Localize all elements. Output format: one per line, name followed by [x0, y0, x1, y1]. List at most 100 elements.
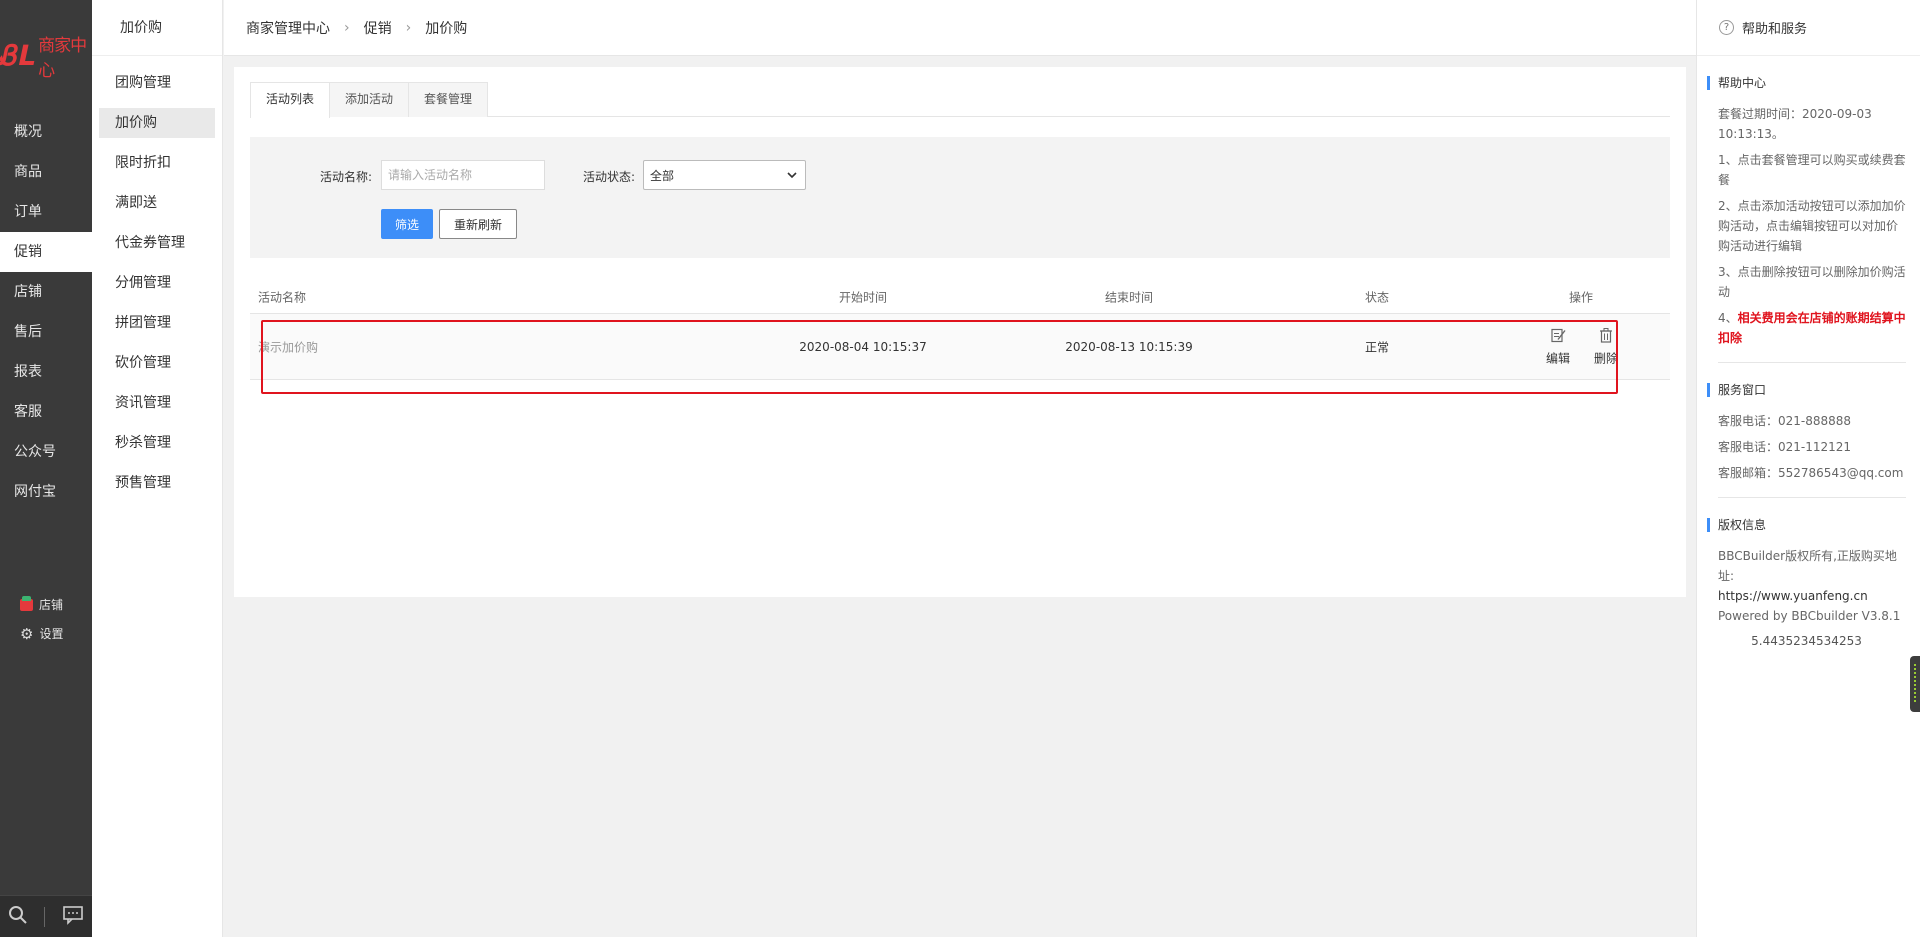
- main-content: 活动列表 添加活动 套餐管理 活动名称: 活动状态: 全部 筛选 重新刷新 活动…: [234, 67, 1686, 597]
- help-center-title: 帮助中心: [1707, 76, 1906, 90]
- column-header-start-time: 开始时间: [838, 290, 888, 304]
- delete-button-label: 删除: [1593, 351, 1619, 365]
- logo[interactable]: ᏰL 商家中心: [0, 0, 92, 112]
- subnav-item-flash-discount[interactable]: 限时折扣: [99, 148, 215, 178]
- footer-divider: [44, 906, 46, 927]
- service-section: 服务窗口 客服电话：021-888888 客服电话：021-112121 客服邮…: [1697, 383, 1920, 498]
- activity-status-select[interactable]: 全部: [643, 160, 806, 190]
- subnav-item-voucher[interactable]: 代金券管理: [99, 228, 215, 258]
- subnav-item-seckill[interactable]: 秒杀管理: [99, 428, 215, 458]
- filter-panel: 活动名称: 活动状态: 全部 筛选 重新刷新: [250, 137, 1670, 258]
- activity-name-input[interactable]: [381, 160, 545, 190]
- copyright-section: 版权信息 BBCBuilder版权所有,正版购买地址: https://www.…: [1697, 518, 1920, 648]
- copyright-line: BBCBuilder版权所有,正版购买地址:: [1718, 549, 1897, 583]
- sub-navigation: 加价购 团购管理 加价购 限时折扣 满即送 代金券管理 分佣管理 拼团管理 砍价…: [92, 0, 223, 937]
- copyright-title: 版权信息: [1707, 518, 1906, 532]
- service-email: 客服邮箱：552786543@qq.com: [1718, 466, 1904, 480]
- help-item: 套餐过期时间：2020-09-03 10:13:13。: [1718, 107, 1872, 141]
- column-header-name: 活动名称: [258, 290, 307, 304]
- settings-link[interactable]: ⚙ 设置: [20, 619, 63, 648]
- settings-link-label: 设置: [39, 627, 64, 641]
- breadcrumb-item-current: 加价购: [425, 20, 468, 37]
- help-item-fee-note: 4、相关费用会在店铺的账期结算中扣除: [1707, 308, 1906, 348]
- tab-add-activity[interactable]: 添加活动: [329, 82, 410, 117]
- search-icon[interactable]: [8, 905, 28, 929]
- subnav-item-presale[interactable]: 预售管理: [99, 468, 215, 498]
- end-time-cell: 2020-08-13 10:15:39: [1065, 339, 1193, 354]
- chevron-right-icon: ›: [344, 19, 350, 36]
- chat-icon[interactable]: [62, 905, 84, 929]
- copyright-url[interactable]: https://www.yuanfeng.cn: [1707, 586, 1906, 606]
- subnav-item-group-purchase[interactable]: 拼团管理: [99, 308, 215, 338]
- help-item: 3、点击删除按钮可以删除加价购活动: [1718, 265, 1906, 299]
- activity-name-cell: 演示加价购: [258, 340, 319, 354]
- logo-mark-icon: ᏰL: [0, 39, 40, 72]
- store-link-label: 店铺: [39, 598, 64, 612]
- trash-icon: [1598, 327, 1614, 346]
- column-header-status: 状态: [1364, 290, 1390, 304]
- subnav-title: 加价购: [92, 0, 222, 56]
- service-title: 服务窗口: [1707, 383, 1906, 397]
- sidebar-item-shop[interactable]: 店铺: [0, 272, 92, 312]
- subnav-item-group-buy[interactable]: 团购管理: [99, 68, 215, 98]
- subnav-item-news[interactable]: 资讯管理: [99, 388, 215, 418]
- sidebar-item-after-sales[interactable]: 售后: [0, 312, 92, 352]
- sidebar-item-products[interactable]: 商品: [0, 152, 92, 192]
- main-sidebar: ᏰL 商家中心 概况 商品 订单 促销 店铺 售后 报表 客服 公众号 网付宝 …: [0, 0, 92, 937]
- tab-package-management[interactable]: 套餐管理: [408, 82, 489, 117]
- chevron-down-icon: [787, 168, 797, 182]
- sidebar-item-orders[interactable]: 订单: [0, 192, 92, 232]
- divider: [1718, 362, 1906, 363]
- edit-button[interactable]: 编辑: [1546, 327, 1570, 366]
- store-icon: [20, 595, 33, 611]
- service-phone-2: 客服电话：021-112121: [1718, 440, 1852, 454]
- column-header-end-time: 结束时间: [1104, 290, 1154, 304]
- side-scroll-handle[interactable]: [1910, 656, 1920, 712]
- help-item: 1、点击套餐管理可以购买或续费套餐: [1718, 153, 1906, 187]
- subnav-item-add-price-buy[interactable]: 加价购: [99, 108, 215, 138]
- chevron-right-icon: ›: [405, 19, 412, 36]
- help-center-section: 帮助中心 套餐过期时间：2020-09-03 10:13:13。 1、点击套餐管…: [1697, 76, 1920, 363]
- status-cell: 正常: [1364, 340, 1390, 354]
- logo-text: 商家中心: [38, 36, 87, 81]
- tab-activity-list[interactable]: 活动列表: [250, 82, 331, 118]
- activity-name-label: 活动名称:: [320, 170, 373, 184]
- question-icon: ?: [1719, 20, 1734, 35]
- gear-icon: ⚙: [20, 624, 34, 643]
- edit-icon: [1550, 327, 1566, 346]
- subnav-item-full-gift[interactable]: 满即送: [99, 188, 215, 218]
- help-item-fee-text: 相关费用会在店铺的账期结算中扣除: [1718, 311, 1906, 345]
- activity-status-label: 活动状态:: [583, 170, 636, 184]
- help-item-fee-prefix: 4、: [1718, 311, 1738, 325]
- help-item: 2、点击添加活动按钮可以添加加价购活动，点击编辑按钮可以对加价购活动进行编辑: [1718, 199, 1906, 253]
- sidebar-item-overview[interactable]: 概况: [0, 112, 92, 152]
- breadcrumb-item-promotion[interactable]: 促销: [364, 18, 392, 38]
- breadcrumb: 商家管理中心 › 促销 › 加价购: [224, 0, 1696, 56]
- sidebar-item-promotion[interactable]: 促销: [0, 232, 92, 272]
- breadcrumb-item-merchant-center[interactable]: 商家管理中心: [246, 18, 330, 38]
- store-link[interactable]: 店铺: [20, 590, 63, 619]
- divider: [1718, 497, 1906, 498]
- help-panel-header: ? 帮助和服务: [1697, 0, 1920, 56]
- edit-button-label: 编辑: [1545, 351, 1571, 365]
- table-header: 活动名称 开始时间 结束时间 状态 操作: [250, 280, 1670, 314]
- delete-button[interactable]: 删除: [1594, 327, 1618, 366]
- service-phone-1: 客服电话：021-888888: [1718, 414, 1852, 428]
- subnav-item-bargain[interactable]: 砍价管理: [99, 348, 215, 378]
- refresh-button[interactable]: 重新刷新: [439, 209, 518, 239]
- column-header-actions: 操作: [1568, 290, 1594, 304]
- sidebar-item-wangfubao[interactable]: 网付宝: [0, 472, 92, 512]
- help-panel-title: 帮助和服务: [1742, 22, 1808, 37]
- rail-footer: [0, 895, 92, 937]
- version-number: 5.4435234534253: [1751, 634, 1862, 648]
- tab-bar: 活动列表 添加活动 套餐管理: [250, 82, 1670, 118]
- help-panel: ? 帮助和服务 帮助中心 套餐过期时间：2020-09-03 10:13:13。…: [1696, 0, 1920, 937]
- sidebar-item-customer-service[interactable]: 客服: [0, 392, 92, 432]
- sidebar-item-official-account[interactable]: 公众号: [0, 432, 92, 472]
- activity-table: 活动名称 开始时间 结束时间 状态 操作 演示加价购 2020-08-04 10…: [250, 280, 1670, 380]
- subnav-item-commission[interactable]: 分佣管理: [99, 268, 215, 298]
- table-row: 演示加价购 2020-08-04 10:15:37 2020-08-13 10:…: [250, 314, 1670, 380]
- sidebar-item-reports[interactable]: 报表: [0, 352, 92, 392]
- filter-button[interactable]: 筛选: [381, 209, 434, 239]
- start-time-cell: 2020-08-04 10:15:37: [799, 339, 927, 354]
